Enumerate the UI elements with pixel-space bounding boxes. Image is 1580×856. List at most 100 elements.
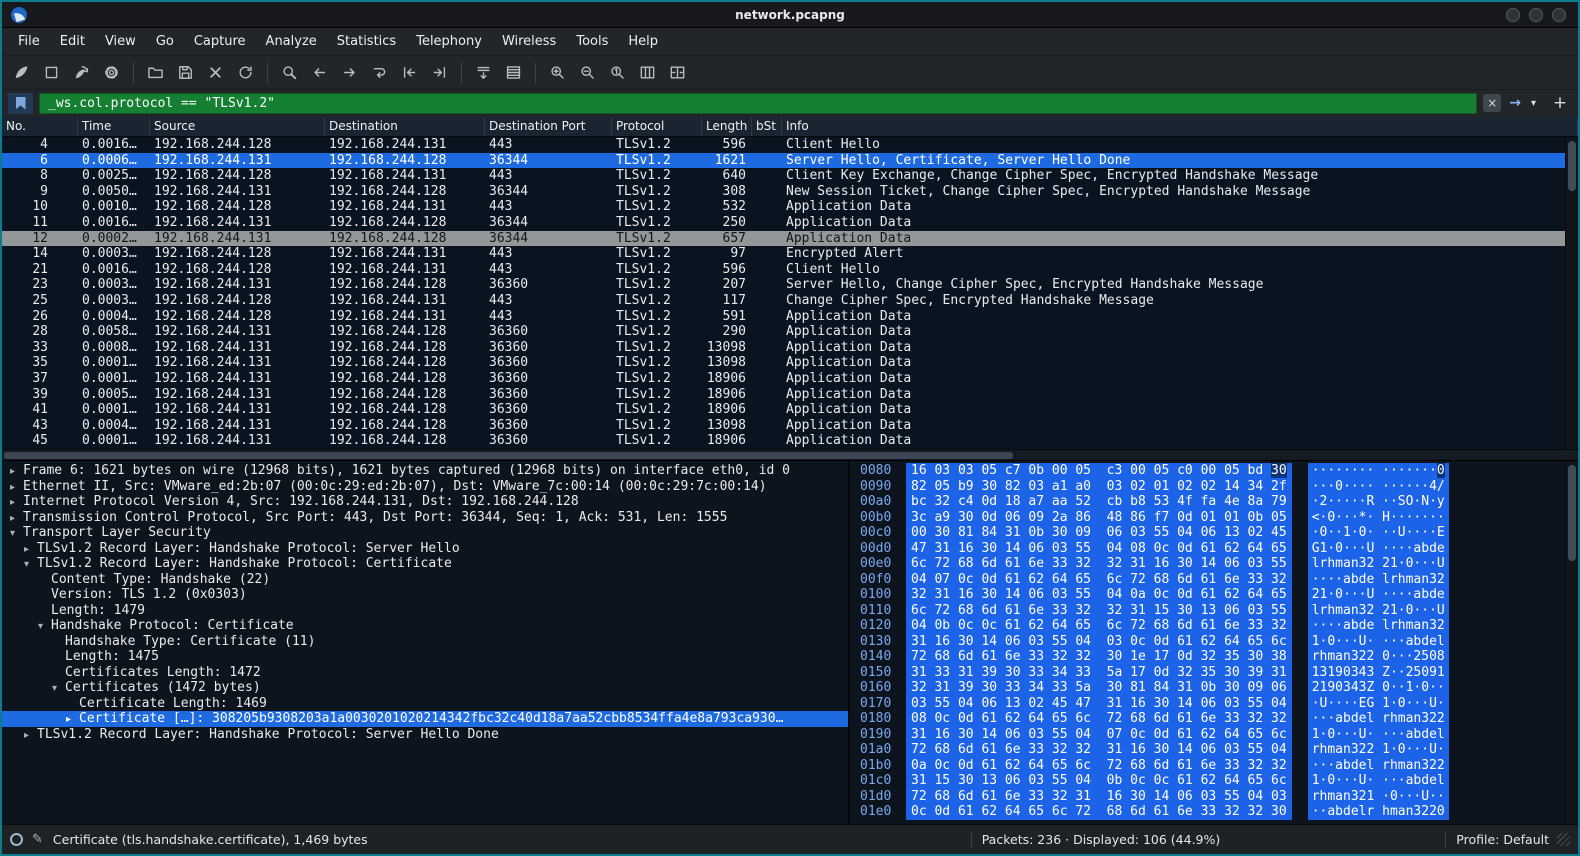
maximize-button[interactable]: [1529, 8, 1543, 22]
display-filter-input[interactable]: _ws.col.protocol == "TLSv1.2": [39, 93, 1477, 114]
hex-ascii[interactable]: ·2·····R ··SO·N·y: [1308, 494, 1449, 510]
hex-ascii[interactable]: ···0···· ······4/: [1308, 479, 1449, 495]
hex-row[interactable]: 010032 31 16 30 14 06 03 55 04 0a 0c 0d …: [858, 587, 1578, 603]
hex-bytes[interactable]: 16 03 03 05 c7 0b 00 05 c3 00 05 c0 00 0…: [906, 463, 1292, 479]
expand-arrow-icon[interactable]: ▸: [10, 495, 23, 510]
hex-bytes[interactable]: 31 33 31 39 30 33 34 33 5a 17 0d 32 35 3…: [906, 665, 1292, 681]
find-packet-icon[interactable]: [276, 59, 303, 86]
hex-bytes[interactable]: 00 30 81 84 31 0b 30 09 06 03 55 04 06 1…: [906, 525, 1292, 541]
hex-ascii[interactable]: 1·0···U· ···abdel: [1308, 727, 1449, 743]
detail-line[interactable]: ▸Certificate […]: 308205b9308203a1a00302…: [2, 711, 848, 727]
close-file-icon[interactable]: [202, 59, 229, 86]
packet-row-45[interactable]: 450.0001…192.168.244.131192.168.244.1283…: [2, 433, 1565, 449]
hex-bytes[interactable]: 0c 0d 61 62 64 65 6c 72 68 6d 61 6e 33 3…: [906, 804, 1292, 820]
scrollbar-thumb[interactable]: [4, 452, 1013, 459]
packet-row-26[interactable]: 260.0004…192.168.244.128192.168.244.1314…: [2, 309, 1565, 325]
packet-row-37[interactable]: 370.0001…192.168.244.131192.168.244.1283…: [2, 371, 1565, 387]
hex-bytes[interactable]: 32 31 39 30 33 34 33 5a 30 81 84 31 0b 3…: [906, 680, 1292, 696]
hex-bytes[interactable]: bc 32 c4 0d 18 a7 aa 52 cb b8 53 4f fa 4…: [906, 494, 1292, 510]
collapse-arrow-icon[interactable]: ▾: [24, 557, 37, 572]
collapse-arrow-icon[interactable]: ▾: [52, 681, 65, 696]
details-scrollbar[interactable]: [1565, 461, 1578, 824]
hex-ascii[interactable]: ·0··1·0· ··U····E: [1308, 525, 1449, 541]
column-header-destination-port[interactable]: Destination Port: [485, 117, 612, 136]
menu-analyze[interactable]: Analyze: [256, 30, 327, 53]
hex-row[interactable]: 016032 31 39 30 33 34 33 5a 30 81 84 31 …: [858, 680, 1578, 696]
scrollbar-thumb[interactable]: [1568, 141, 1576, 191]
detail-line[interactable]: Length: 1475: [2, 649, 848, 665]
hex-row[interactable]: 00a0bc 32 c4 0d 18 a7 aa 52 cb b8 53 4f …: [858, 494, 1578, 510]
packet-row-12[interactable]: 120.0002…192.168.244.131192.168.244.1283…: [2, 231, 1565, 247]
detail-line[interactable]: Length: 1479: [2, 603, 848, 619]
hex-row[interactable]: 00b03c a9 30 0d 06 09 2a 86 48 86 f7 0d …: [858, 510, 1578, 526]
zoom-out-icon[interactable]: [574, 59, 601, 86]
column-header-destination[interactable]: Destination: [325, 117, 485, 136]
detail-line[interactable]: Certificates Length: 1472: [2, 665, 848, 681]
column-header-no[interactable]: No.: [2, 117, 78, 136]
expand-arrow-icon[interactable]: ▸: [10, 480, 23, 495]
open-file-icon[interactable]: [142, 59, 169, 86]
reload-icon[interactable]: [232, 59, 259, 86]
packet-row-9[interactable]: 90.0050…192.168.244.131192.168.244.12836…: [2, 184, 1565, 200]
hex-row[interactable]: 01a072 68 6d 61 6e 33 32 32 31 16 30 14 …: [858, 742, 1578, 758]
menu-edit[interactable]: Edit: [50, 30, 95, 53]
detail-line[interactable]: Handshake Type: Certificate (11): [2, 634, 848, 650]
detail-line[interactable]: ▸TLSv1.2 Record Layer: Handshake Protoco…: [2, 541, 848, 557]
hex-row[interactable]: 009082 05 b9 30 82 03 a1 a0 03 02 01 02 …: [858, 479, 1578, 495]
column-header-bst[interactable]: bSt: [752, 117, 782, 136]
go-first-icon[interactable]: [396, 59, 423, 86]
expand-arrow-icon[interactable]: ▸: [10, 464, 23, 479]
clear-filter-icon[interactable]: ×: [1483, 94, 1501, 112]
menu-capture[interactable]: Capture: [184, 30, 256, 53]
colorize-packets-icon[interactable]: [500, 59, 527, 86]
hex-ascii[interactable]: 1·0···U· ···abdel: [1308, 634, 1449, 650]
profile-status[interactable]: Profile: Default: [1456, 832, 1549, 847]
hex-ascii[interactable]: 13190343 Z··25091: [1308, 665, 1449, 681]
hex-bytes[interactable]: 31 16 30 14 06 03 55 04 03 0c 0d 61 62 6…: [906, 634, 1292, 650]
menu-tools[interactable]: Tools: [566, 30, 618, 53]
menu-wireless[interactable]: Wireless: [492, 30, 566, 53]
packet-row-35[interactable]: 350.0001…192.168.244.131192.168.244.1283…: [2, 355, 1565, 371]
column-header-info[interactable]: Info: [782, 117, 1578, 136]
menu-help[interactable]: Help: [618, 30, 668, 53]
hex-ascii[interactable]: ········ ·······0: [1308, 463, 1449, 479]
detail-line[interactable]: ▸Frame 6: 1621 bytes on wire (12968 bits…: [2, 463, 848, 479]
selected-byte[interactable]: 30: [1271, 463, 1287, 478]
detail-line[interactable]: ▾TLSv1.2 Record Layer: Handshake Protoco…: [2, 556, 848, 572]
hex-row[interactable]: 01d072 68 6d 61 6e 33 32 31 16 30 14 06 …: [858, 789, 1578, 805]
hex-bytes[interactable]: 03 55 04 06 13 02 45 47 31 16 30 14 06 0…: [906, 696, 1292, 712]
hex-ascii[interactable]: rhman322 0···2508: [1308, 649, 1449, 665]
close-button[interactable]: [1552, 8, 1566, 22]
packet-row-28[interactable]: 280.0058…192.168.244.131192.168.244.1283…: [2, 324, 1565, 340]
hex-ascii[interactable]: ····abde lrhman32: [1308, 618, 1449, 634]
expand-arrow-icon[interactable]: ▸: [10, 511, 23, 526]
packet-row-14[interactable]: 140.0003…192.168.244.128192.168.244.1314…: [2, 246, 1565, 262]
hex-ascii[interactable]: ··abdelr hman3220: [1308, 804, 1449, 820]
shrink-expand-columns-icon[interactable]: [664, 59, 691, 86]
hex-bytes[interactable]: 04 0b 0c 0c 61 62 64 65 6c 72 68 6d 61 6…: [906, 618, 1292, 634]
filter-bookmark-button[interactable]: [8, 93, 33, 114]
hex-ascii[interactable]: <·0···*· H·······: [1308, 510, 1449, 526]
expand-arrow-icon[interactable]: ▸: [24, 542, 37, 557]
detail-line[interactable]: ▸Transmission Control Protocol, Src Port…: [2, 510, 848, 526]
apply-filter-icon[interactable]: →: [1507, 95, 1523, 111]
detail-line[interactable]: Certificate Length: 1469: [2, 696, 848, 712]
hex-row[interactable]: 01106c 72 68 6d 61 6e 33 32 32 31 15 30 …: [858, 603, 1578, 619]
go-to-packet-icon[interactable]: [366, 59, 393, 86]
hex-ascii[interactable]: rhman321 ·0···U··: [1308, 789, 1449, 805]
start-capture-icon[interactable]: [8, 59, 35, 86]
hex-row[interactable]: 00f004 07 0c 0d 61 62 64 65 6c 72 68 6d …: [858, 572, 1578, 588]
resize-columns-icon[interactable]: [634, 59, 661, 86]
stop-capture-icon[interactable]: [38, 59, 65, 86]
hex-bytes[interactable]: 0a 0c 0d 61 62 64 65 6c 72 68 6d 61 6e 3…: [906, 758, 1292, 774]
expert-info-icon[interactable]: [10, 833, 23, 846]
hex-row[interactable]: 008016 03 03 05 c7 0b 00 05 c3 00 05 c0 …: [858, 463, 1578, 479]
hex-ascii[interactable]: 21·0···U ····abde: [1308, 587, 1449, 603]
expand-arrow-icon[interactable]: ▸: [24, 728, 37, 743]
zoom-in-icon[interactable]: [544, 59, 571, 86]
hex-bytes[interactable]: 3c a9 30 0d 06 09 2a 86 48 86 f7 0d 01 0…: [906, 510, 1292, 526]
add-filter-button[interactable]: +: [1550, 93, 1570, 113]
go-back-icon[interactable]: [306, 59, 333, 86]
packet-row-10[interactable]: 100.0010…192.168.244.128192.168.244.1314…: [2, 199, 1565, 215]
packet-row-11[interactable]: 110.0016…192.168.244.131192.168.244.1283…: [2, 215, 1565, 231]
